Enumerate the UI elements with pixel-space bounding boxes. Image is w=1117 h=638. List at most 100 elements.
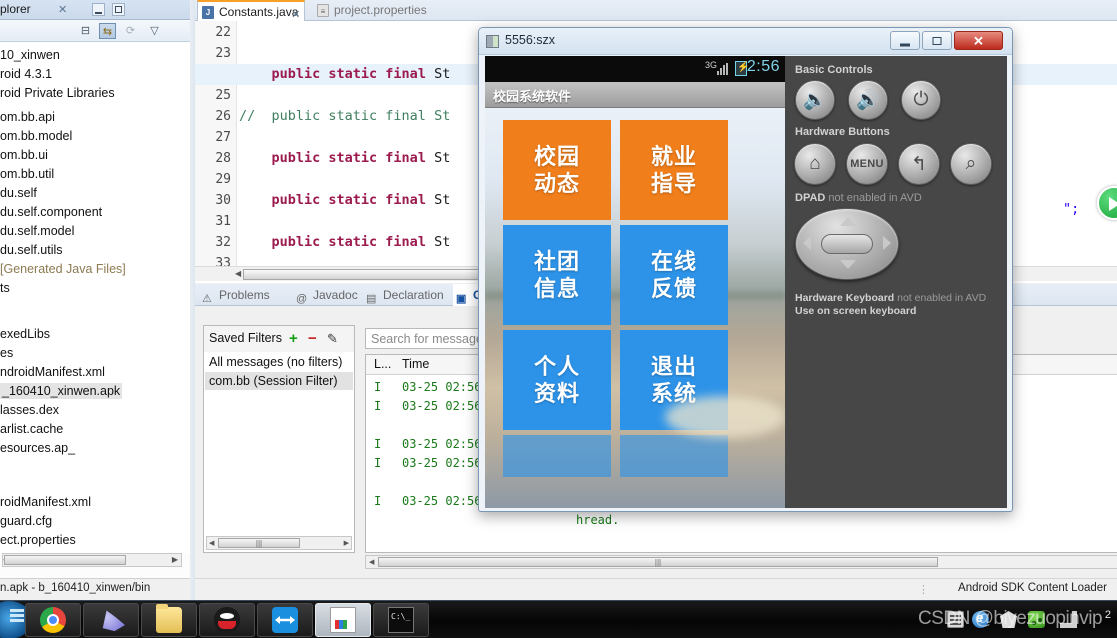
- internet-explorer-icon[interactable]: [972, 610, 989, 628]
- close-button[interactable]: ✕: [954, 31, 1003, 50]
- menu-button[interactable]: MENU: [846, 143, 888, 185]
- dpad-center-button[interactable]: [821, 234, 873, 254]
- emulator-phone-screen[interactable]: 3G 2:56 校园系统软件 校园 动态 就业 指导社团 信息 在线 反馈个人 资料…: [485, 56, 785, 508]
- app-tile[interactable]: 社团 信息: [503, 225, 611, 325]
- tree-item[interactable]: _160410_xinwen.apk: [0, 382, 123, 401]
- column-header-level[interactable]: L...: [374, 357, 391, 371]
- collapse-all-icon[interactable]: ⊟: [77, 23, 94, 39]
- logcat-horizontal-scrollbar[interactable]: ◀ |||: [365, 555, 1117, 569]
- tree-item[interactable]: du.self: [0, 184, 37, 203]
- taskbar-item-chrome[interactable]: [25, 603, 81, 637]
- dpad-control[interactable]: [795, 208, 899, 280]
- dpad-up-icon[interactable]: [840, 217, 856, 226]
- tree-item[interactable]: ect.properties: [0, 531, 76, 550]
- minimize-button[interactable]: [890, 31, 920, 50]
- tree-item[interactable]: om.bb.util: [0, 165, 54, 184]
- bottom-tab-declaration[interactable]: ▤ Declaration: [363, 284, 452, 306]
- package-explorer-tab-label[interactable]: plorer: [0, 2, 31, 16]
- scroll-left-arrow[interactable]: ◀: [235, 269, 241, 278]
- editor-tab-project-properties[interactable]: ≡ project.properties: [313, 0, 433, 21]
- power-button[interactable]: ⏻: [901, 80, 941, 120]
- tree-item[interactable]: [Generated Java Files]: [0, 260, 126, 279]
- tree-item[interactable]: esources.ap_: [0, 439, 75, 458]
- tree-item[interactable]: om.bb.model: [0, 127, 72, 146]
- saved-filter-item[interactable]: All messages (no filters): [205, 353, 353, 371]
- dpad-left-icon[interactable]: [803, 236, 811, 250]
- column-header-time[interactable]: Time: [402, 357, 429, 371]
- code-line[interactable]: public static final St: [239, 148, 451, 169]
- search-button[interactable]: ⌕: [950, 143, 992, 185]
- app-tile[interactable]: 个人 资料: [503, 330, 611, 430]
- tree-item[interactable]: om.bb.api: [0, 108, 55, 127]
- tree-item[interactable]: du.self.utils: [0, 241, 63, 260]
- minimize-view-button[interactable]: [92, 3, 105, 16]
- taskbar-item-qq[interactable]: [199, 603, 255, 637]
- bottom-tab-javadoc[interactable]: @ Javadoc: [293, 284, 366, 306]
- app-tile-empty[interactable]: [620, 435, 728, 477]
- shield-icon[interactable]: [1000, 611, 1017, 628]
- tree-item[interactable]: exedLibs: [0, 325, 50, 344]
- tree-item[interactable]: om.bb.ui: [0, 146, 48, 165]
- tree-item[interactable]: du.self.model: [0, 222, 74, 241]
- tree-item[interactable]: ts: [0, 279, 10, 298]
- scrollbar-thumb[interactable]: |||: [378, 557, 938, 567]
- add-filter-icon[interactable]: +: [289, 331, 298, 346]
- network-icon[interactable]: [1060, 611, 1077, 628]
- tree-item[interactable]: guard.cfg: [0, 512, 52, 531]
- code-line[interactable]: // public static final St: [239, 106, 450, 127]
- emulator-title-bar[interactable]: 5556:szx ✕: [479, 28, 1012, 55]
- taskbar-item-teamviewer[interactable]: [257, 603, 313, 637]
- saved-filter-item[interactable]: com.bb (Session Filter): [205, 372, 353, 390]
- taskbar-item-document[interactable]: [315, 603, 371, 637]
- explorer-horizontal-scrollbar[interactable]: ◀ ▶: [2, 553, 182, 567]
- app-tile[interactable]: 就业 指导: [620, 120, 728, 220]
- package-explorer-tree[interactable]: 10_xinwen roid 4.3.1 roid Private Librarie…: [0, 43, 190, 553]
- volume-down-button[interactable]: 🔈: [795, 80, 835, 120]
- tree-item[interactable]: 10_xinwen: [0, 46, 60, 65]
- dpad-right-icon[interactable]: [883, 236, 891, 250]
- taskbar-clock[interactable]: 2: [1105, 609, 1111, 621]
- tree-item[interactable]: roidManifest.xml: [0, 493, 91, 512]
- tree-item[interactable]: roid 4.3.1: [0, 65, 52, 84]
- edit-filter-icon[interactable]: ✎: [327, 332, 338, 346]
- link-with-editor-icon[interactable]: ⇆: [99, 23, 116, 39]
- scroll-left-arrow[interactable]: ◀: [369, 558, 374, 566]
- keyboard-layout-icon[interactable]: [947, 611, 964, 628]
- tree-item[interactable]: ndroidManifest.xml: [0, 363, 105, 382]
- tree-item[interactable]: es: [0, 344, 13, 363]
- maximize-view-button[interactable]: [112, 3, 125, 16]
- taskbar-item-explorer[interactable]: [141, 603, 197, 637]
- tree-item[interactable]: roid Private Libraries: [0, 84, 115, 103]
- scroll-right-arrow[interactable]: ▶: [172, 555, 178, 565]
- code-line[interactable]: public static final St: [239, 232, 451, 253]
- app-tile[interactable]: 在线 反馈: [620, 225, 728, 325]
- app-tile[interactable]: 校园 动态: [503, 120, 611, 220]
- taskbar-item-command-prompt[interactable]: [373, 603, 429, 637]
- home-button[interactable]: ⌂: [794, 143, 836, 185]
- tree-item[interactable]: arlist.cache: [0, 420, 63, 439]
- editor-tab-constants-java[interactable]: J Constants.java ✕: [197, 0, 306, 21]
- app-tile[interactable]: 退出 系统: [620, 330, 728, 430]
- tree-item[interactable]: du.self.component: [0, 203, 102, 222]
- scrollbar-thumb[interactable]: |||: [218, 538, 300, 548]
- code-line[interactable]: public static final St: [239, 190, 451, 211]
- android-emulator-window[interactable]: 5556:szx ✕ 3G 2:56 校园系统软件 校园 动态 就业 指导社团 信…: [478, 27, 1013, 512]
- dpad-down-icon[interactable]: [840, 260, 856, 269]
- back-button[interactable]: ↰: [898, 143, 940, 185]
- scrollbar-thumb[interactable]: [4, 555, 126, 565]
- scroll-left-arrow[interactable]: ◀: [209, 539, 214, 547]
- remove-filter-icon[interactable]: −: [308, 331, 317, 346]
- volume-up-button[interactable]: 🔊: [848, 80, 888, 120]
- bottom-tab-problems[interactable]: ⚠ Problems: [199, 284, 278, 306]
- close-icon[interactable]: ✕: [58, 3, 67, 16]
- sync-icon[interactable]: ⟳: [122, 23, 139, 39]
- logcat-row[interactable]: hread.: [366, 511, 1117, 530]
- chevron-down-icon[interactable]: ▽: [146, 23, 163, 39]
- scroll-right-arrow[interactable]: ▶: [344, 539, 349, 547]
- editor-marker-bar[interactable]: [195, 21, 205, 266]
- maximize-button[interactable]: [922, 31, 952, 50]
- taskbar-item-maxthon[interactable]: [83, 603, 139, 637]
- tree-item[interactable]: lasses.dex: [0, 401, 59, 420]
- filters-horizontal-scrollbar[interactable]: ◀ ||| ▶: [206, 536, 352, 550]
- antivirus-icon[interactable]: [1028, 611, 1045, 628]
